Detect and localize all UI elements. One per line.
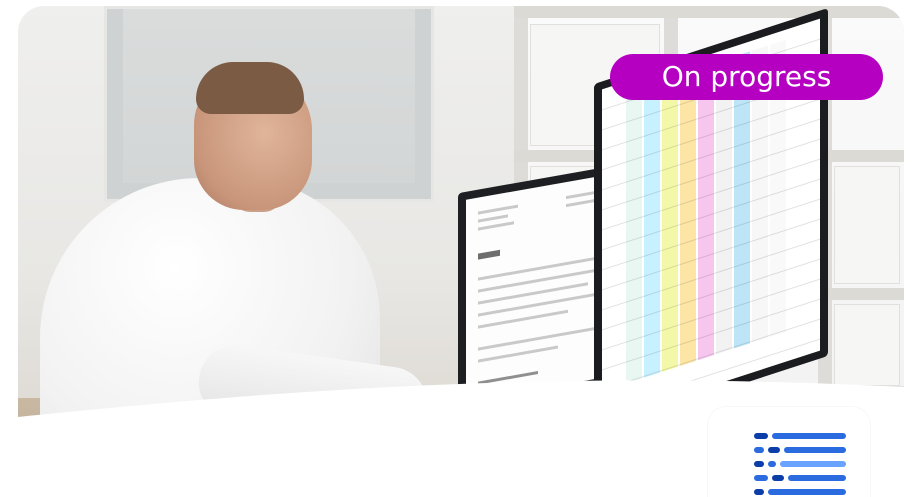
doc-line <box>478 204 518 215</box>
doc-line <box>478 221 514 231</box>
stacked-dash-lines-logo-icon <box>754 433 846 495</box>
man-hair <box>196 62 304 114</box>
window-pane <box>834 304 900 386</box>
app-logo-tile[interactable] <box>708 407 870 497</box>
doc-line <box>478 326 598 351</box>
doc-line <box>478 214 508 223</box>
doc-line <box>478 256 598 281</box>
project-card[interactable]: On progress <box>18 6 904 497</box>
doc-heading <box>478 249 500 260</box>
doc-line <box>478 290 608 317</box>
window-pane <box>834 166 900 284</box>
status-badge: On progress <box>610 54 883 100</box>
window-frame <box>514 6 904 18</box>
doc-line <box>478 266 608 293</box>
